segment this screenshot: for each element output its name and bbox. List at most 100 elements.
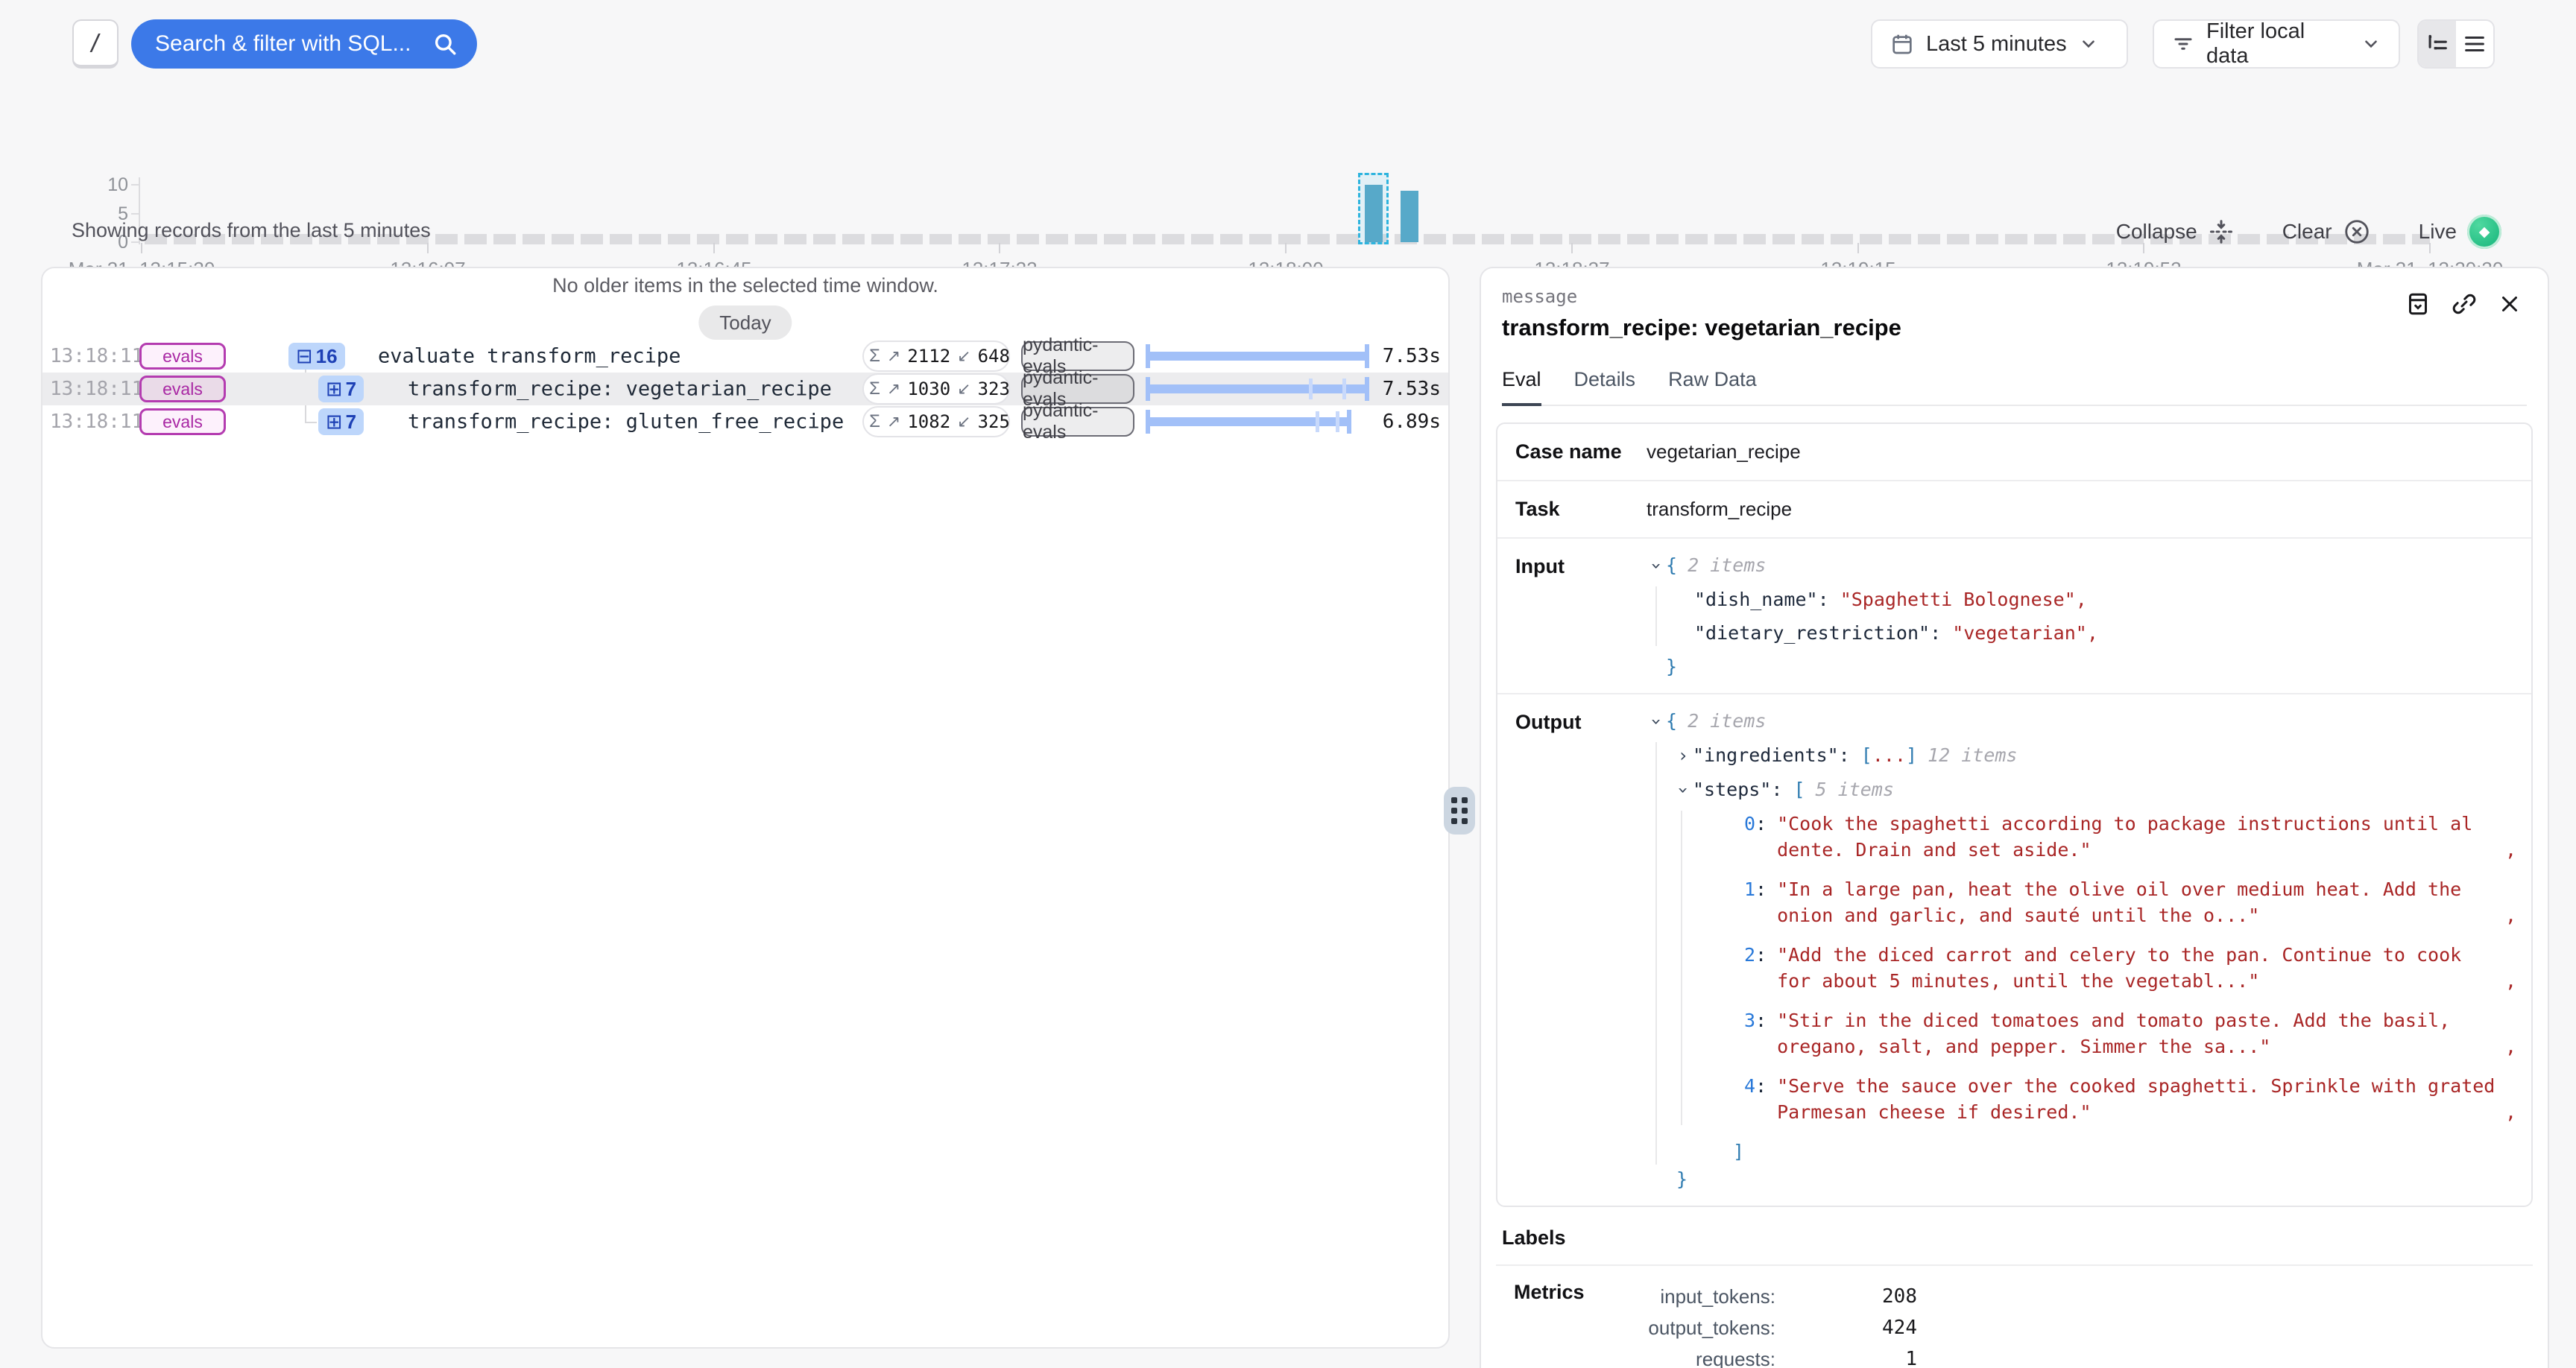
trace-message: evaluate transform_recipe <box>378 345 681 368</box>
output-json-viewer: ›{2 items ›"ingredients": [...]12 items … <box>1647 694 2531 1206</box>
search-icon <box>432 31 458 57</box>
span-count-toggle[interactable]: ⊞ 7 <box>318 408 364 435</box>
span-count: 7 <box>346 411 356 434</box>
timeline-baseline <box>145 234 2430 244</box>
collapse-button[interactable]: Collapse <box>2116 218 2235 245</box>
trace-timestamp: 13:18:11 <box>50 345 143 367</box>
metrics-section: Metrics input_tokens:208 output_tokens:4… <box>1496 1266 2533 1368</box>
duration-gantt-bar[interactable] <box>1146 344 1369 368</box>
span-count-toggle[interactable]: ⊟ 16 <box>288 343 345 370</box>
search-button[interactable]: Search & filter with SQL... <box>131 19 477 69</box>
detail-panel-title: transform_recipe: vegetarian_recipe <box>1502 314 2548 341</box>
json-entry: "dietary_restriction": "vegetarian", <box>1694 620 2516 646</box>
token-usage-chip[interactable]: Σ ↗ 1082 ↙ 325 <box>862 406 1010 437</box>
duration-gantt-bar[interactable] <box>1146 377 1369 401</box>
trace-message: transform_recipe: gluten_free_recipe <box>408 411 844 434</box>
arrow-up-right-icon: ↗ <box>887 380 900 399</box>
step-item: 2:"Add the diced carrot and celery to th… <box>1712 942 2516 994</box>
token-usage-chip[interactable]: Σ ↗ 2112 ↙ 648 <box>862 341 1010 372</box>
duration-value: 7.53s <box>1374 345 1441 367</box>
duration-value: 6.89s <box>1374 411 1441 433</box>
trace-timestamp: 13:18:11 <box>50 411 143 433</box>
time-range-label: Last 5 minutes <box>1926 32 2067 57</box>
filter-local-data-dropdown[interactable]: Filter local data <box>2153 19 2400 69</box>
input-row: Input ›{2 items "dish_name": "Spaghetti … <box>1497 539 2531 694</box>
panel-resize-handle[interactable] <box>1444 787 1475 835</box>
tab-eval[interactable]: Eval <box>1502 368 1541 406</box>
expand-square-icon: ⊞ <box>326 412 343 432</box>
item-count: 5 items <box>1816 779 1894 800</box>
chevron-down-icon[interactable]: › <box>1644 557 1670 576</box>
step-item: 0:"Cook the spaghetti according to packa… <box>1712 811 2516 863</box>
project-tag[interactable]: pydantic-evals <box>1021 407 1134 437</box>
x-tick-mark <box>1285 243 1287 253</box>
chevron-down-icon[interactable]: › <box>1644 712 1670 732</box>
tag-pill-evals[interactable]: evals <box>139 408 226 435</box>
json-entry: "dish_name": "Spaghetti Bolognese", <box>1694 586 2516 612</box>
tab-details[interactable]: Details <box>1574 368 1636 405</box>
search-placeholder: Search & filter with SQL... <box>155 31 432 57</box>
json-entry-steps: ›"steps": [5 items <box>1673 776 2516 803</box>
y-axis-tick-10: 10 <box>83 174 128 196</box>
x-tick-mark <box>1857 243 1859 253</box>
span-count-toggle[interactable]: ⊞ 7 <box>318 376 364 402</box>
task-label: Task <box>1497 481 1647 537</box>
tree-list-icon <box>2425 31 2450 57</box>
step-item: 1:"In a large pan, heat the olive oil ov… <box>1712 876 2516 928</box>
date-separator-pill: Today <box>698 305 792 340</box>
clear-circle-x-icon <box>2343 218 2371 246</box>
trace-row-evaluate-transform-recipe[interactable]: 13:18:11 evals ⊟ 16 evaluate transform_r… <box>42 340 1448 373</box>
chevron-down-icon <box>2361 34 2381 54</box>
chevron-right-icon[interactable]: › <box>1673 743 1693 769</box>
records-window-status: Showing records from the last 5 minutes <box>72 219 431 242</box>
item-count: 2 items <box>1688 710 1766 732</box>
flat-list-view-toggle[interactable] <box>2456 21 2493 67</box>
steps-array: 0:"Cook the spaghetti according to packa… <box>1681 811 2516 1125</box>
trace-row-vegetarian-recipe[interactable]: 13:18:11 evals ⊞ 7 transform_recipe: veg… <box>42 373 1448 405</box>
span-detail-panel: message transform_recipe: vegetarian_rec… <box>1480 267 2549 1368</box>
filter-label: Filter local data <box>2206 19 2349 69</box>
calendar-icon <box>1890 32 1914 56</box>
chevron-down-icon <box>2079 34 2098 54</box>
chevron-down-icon[interactable]: › <box>1670 781 1696 800</box>
clear-button[interactable]: Clear <box>2282 218 2371 246</box>
duration-gantt-bar[interactable] <box>1146 410 1369 434</box>
tag-pill-evals[interactable]: evals <box>139 376 226 402</box>
trace-list-panel: No older items in the selected time wind… <box>41 267 1450 1349</box>
eval-summary-card: Case name vegetarian_recipe Task transfo… <box>1496 422 2533 1207</box>
span-count: 7 <box>346 378 356 401</box>
tag-pill-evals[interactable]: evals <box>139 343 226 370</box>
live-toggle[interactable]: Live ◆ <box>2419 215 2501 249</box>
labels-section-header: Labels <box>1496 1226 2533 1266</box>
case-name-row: Case name vegetarian_recipe <box>1497 424 2531 481</box>
project-tag[interactable]: pydantic-evals <box>1021 341 1134 371</box>
tree-view-toggle[interactable] <box>2419 21 2456 67</box>
project-tag[interactable]: pydantic-evals <box>1021 374 1134 404</box>
time-range-dropdown[interactable]: Last 5 minutes <box>1871 19 2128 69</box>
close-panel-button[interactable] <box>2497 291 2522 317</box>
sigma-icon: Σ <box>869 379 880 399</box>
output-token-count: 648 <box>978 346 1010 367</box>
empty-window-notice: No older items in the selected time wind… <box>42 274 1448 297</box>
arrow-down-left-icon: ↙ <box>957 347 970 366</box>
input-json-viewer: ›{2 items "dish_name": "Spaghetti Bologn… <box>1647 539 2531 693</box>
x-tick-mark <box>427 243 429 253</box>
arrow-down-left-icon: ↙ <box>957 413 970 431</box>
metric-row: input_tokens:208 <box>1645 1281 1917 1312</box>
input-label: Input <box>1497 539 1647 693</box>
collapse-label: Collapse <box>2116 220 2197 244</box>
task-row: Task transform_recipe <box>1497 481 2531 539</box>
token-usage-chip[interactable]: Σ ↗ 1030 ↙ 323 <box>862 373 1010 405</box>
dock-panel-button[interactable] <box>2405 291 2431 317</box>
detail-tabs: Eval Details Raw Data <box>1502 368 2527 406</box>
metric-row: requests:1 <box>1645 1343 1917 1368</box>
record-count-bar[interactable] <box>1365 185 1383 242</box>
duration-value: 7.53s <box>1374 378 1441 400</box>
link-icon <box>2451 291 2478 317</box>
copy-link-button[interactable] <box>2451 291 2478 317</box>
tab-raw-data[interactable]: Raw Data <box>1668 368 1757 405</box>
trace-timestamp: 13:18:11 <box>50 378 143 400</box>
trace-row-gluten-free-recipe[interactable]: 13:18:11 evals ⊞ 7 transform_recipe: glu… <box>42 405 1448 438</box>
collapse-vertical-icon <box>2208 218 2235 245</box>
record-count-bar[interactable] <box>1401 191 1418 242</box>
